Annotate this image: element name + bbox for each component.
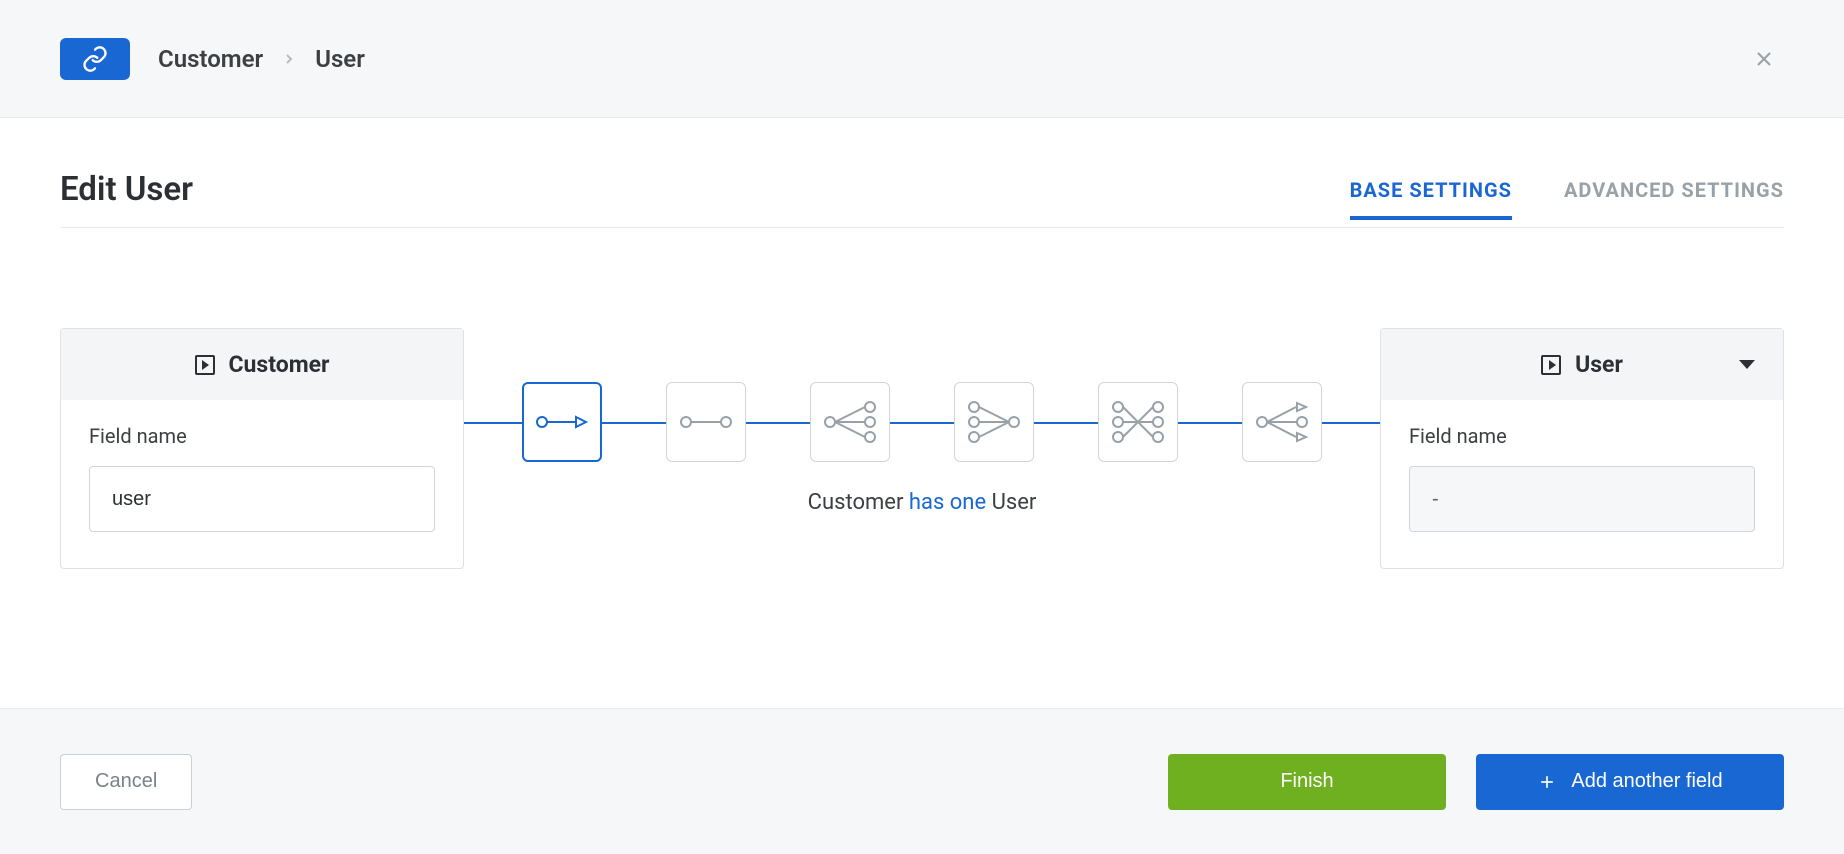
close-icon	[1752, 47, 1776, 71]
right-field-input	[1409, 466, 1755, 532]
plus-icon	[1537, 772, 1557, 792]
breadcrumb-item-2[interactable]: User	[315, 45, 365, 73]
chevron-right-icon	[281, 45, 297, 73]
relation-type-one-to-one[interactable]	[666, 382, 746, 462]
relation-type-many-to-one-left[interactable]	[954, 382, 1034, 462]
one-to-one-icon	[678, 411, 734, 433]
polymorphic-icon	[1254, 400, 1310, 444]
footer-bar: Cancel Finish Add another field	[0, 708, 1844, 854]
tab-base-settings[interactable]: BASE SETTINGS	[1350, 178, 1512, 220]
left-entity-header: Customer	[61, 329, 463, 400]
relation-icon-badge[interactable]	[60, 38, 130, 80]
page-title: Edit User	[60, 170, 193, 227]
left-field-input[interactable]	[89, 466, 435, 532]
relation-type-has-one[interactable]	[522, 382, 602, 462]
content-area: Edit User BASE SETTINGS ADVANCED SETTING…	[0, 118, 1844, 708]
content-header: Edit User BASE SETTINGS ADVANCED SETTING…	[60, 170, 1784, 228]
chevron-down-icon	[1739, 360, 1755, 369]
header-bar: Customer User	[0, 0, 1844, 118]
breadcrumb: Customer User	[158, 45, 365, 73]
left-entity-card: Customer Field name	[60, 328, 464, 569]
cancel-button[interactable]: Cancel	[60, 754, 192, 810]
left-entity-body: Field name	[61, 400, 463, 568]
relation-type-one-to-many-right[interactable]	[810, 382, 890, 462]
has-one-icon	[534, 411, 590, 433]
right-entity-card: User Field name	[1380, 328, 1784, 569]
relation-type-row	[464, 382, 1380, 462]
header-left: Customer User	[60, 38, 365, 80]
relation-type-many-to-many[interactable]	[1098, 382, 1178, 462]
relation-config: Customer has one User	[464, 382, 1380, 515]
relation-row: Customer Field name	[60, 328, 1784, 569]
collection-icon	[195, 355, 215, 375]
left-field-label: Field name	[89, 424, 435, 448]
one-to-many-right-icon	[822, 400, 878, 444]
tab-advanced-settings[interactable]: ADVANCED SETTINGS	[1564, 178, 1784, 220]
relation-caption-prefix: Customer	[808, 490, 909, 515]
close-button[interactable]	[1744, 39, 1784, 79]
many-to-many-icon	[1110, 400, 1166, 444]
add-another-field-label: Add another field	[1571, 770, 1722, 793]
right-entity-title: User	[1575, 351, 1623, 378]
many-to-one-left-icon	[966, 400, 1022, 444]
link-icon	[81, 45, 109, 73]
breadcrumb-item-1[interactable]: Customer	[158, 45, 263, 73]
add-another-field-button[interactable]: Add another field	[1476, 754, 1784, 810]
collection-icon	[1541, 355, 1561, 375]
right-entity-header[interactable]: User	[1381, 329, 1783, 400]
left-entity-title: Customer	[229, 351, 330, 378]
right-field-label: Field name	[1409, 424, 1755, 448]
settings-tabs: BASE SETTINGS ADVANCED SETTINGS	[1350, 178, 1784, 220]
footer-right: Finish Add another field	[1168, 754, 1784, 810]
relation-caption: Customer has one User	[808, 490, 1037, 515]
right-entity-body: Field name	[1381, 400, 1783, 568]
relation-type-polymorphic[interactable]	[1242, 382, 1322, 462]
relation-caption-suffix: User	[986, 490, 1036, 515]
finish-button[interactable]: Finish	[1168, 754, 1446, 810]
relation-caption-highlight: has one	[909, 490, 986, 515]
